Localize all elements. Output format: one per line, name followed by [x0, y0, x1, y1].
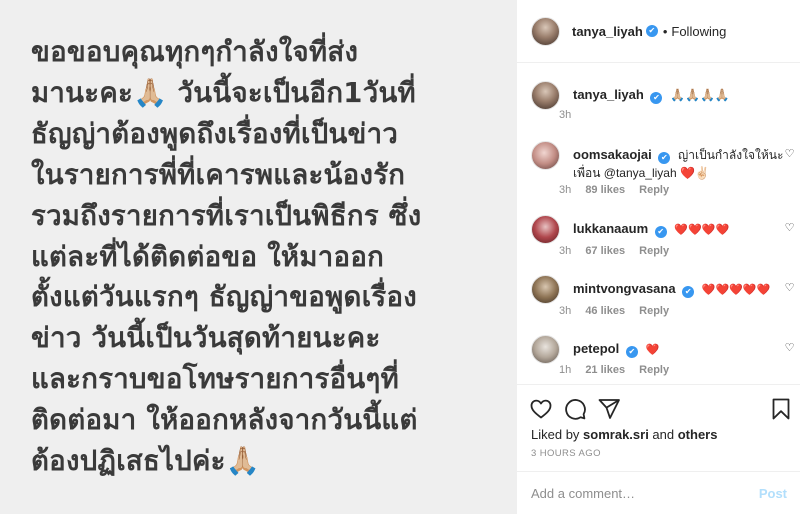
- caption-time[interactable]: 3h: [559, 109, 571, 121]
- verified-badge-icon: ✔: [625, 346, 638, 358]
- post-text-line: ขอขอบคุณทุกๆกำลังใจที่ส่ง: [31, 36, 359, 68]
- comment-time[interactable]: 3h: [559, 245, 571, 257]
- post-text-line: ในรายการพี่ที่เคารพและน้องรัก: [31, 158, 406, 191]
- comment-item: mintvongvasana ✔ ❤️❤️❤️❤️❤️: [531, 275, 791, 304]
- post-text-line: ธัญญ่าต้องพูดถึงเรื่องที่เป็นข่าว: [31, 117, 399, 150]
- comment-text: ❤️❤️❤️❤️: [674, 224, 730, 236]
- post-side-panel: tanya_liyah ✔ • Following tanya_liyah ✔ …: [516, 0, 800, 514]
- author-avatar[interactable]: [531, 16, 560, 46]
- comment-time[interactable]: 3h: [559, 305, 571, 317]
- liked-by-others[interactable]: others: [678, 427, 718, 442]
- small-heart-icon[interactable]: ♡: [784, 223, 795, 234]
- caption-username[interactable]: tanya_liyah: [573, 87, 644, 102]
- post-timestamp[interactable]: 3 HOURS AGO: [531, 448, 601, 459]
- post-text-line: แต่ละที่ได้ติดต่อขอ ให้มาออก: [31, 240, 385, 273]
- paper-plane-icon[interactable]: [597, 397, 621, 421]
- small-heart-icon[interactable]: ♡: [784, 343, 795, 354]
- reply-button[interactable]: Reply: [639, 305, 669, 317]
- comment-text: ❤️❤️❤️❤️❤️: [701, 284, 771, 296]
- post-image[interactable]: ขอขอบคุณทุกๆกำลังใจที่ส่ง มานะคะ🙏🏼 วันนี…: [0, 0, 516, 514]
- comment-meta: 3h 46 likes Reply: [559, 305, 680, 317]
- caption-meta: 3h: [559, 109, 582, 121]
- header-separator: •: [662, 23, 668, 39]
- caption-item: tanya_liyah ✔ 🙏🏼🙏🏼🙏🏼🙏🏼: [531, 81, 791, 110]
- comment-time[interactable]: 1h: [559, 364, 571, 376]
- post-text-line: รวมถึงรายการที่เราเป็นพิธีกร ซึ่ง: [31, 199, 422, 232]
- verified-badge-icon: ✔: [654, 226, 667, 238]
- comment-bubble-icon[interactable]: [563, 397, 587, 421]
- post-text-line: และกราบขอโทษรายการอื่นๆที่: [31, 363, 400, 396]
- commenter-username[interactable]: mintvongvasana: [573, 281, 676, 296]
- small-heart-icon[interactable]: ♡: [784, 283, 795, 294]
- bookmark-icon[interactable]: [769, 397, 793, 421]
- commenter-avatar[interactable]: [531, 215, 560, 244]
- author-username[interactable]: tanya_liyah: [572, 24, 643, 39]
- liked-by-text: Liked by somrak.sri and others: [531, 427, 717, 442]
- following-button[interactable]: Following: [671, 24, 726, 39]
- comments-list: tanya_liyah ✔ 🙏🏼🙏🏼🙏🏼🙏🏼 3h oomsakaojai ✔ …: [517, 64, 800, 384]
- comment-likes[interactable]: 21 likes: [585, 364, 625, 376]
- comment-text: ❤️: [645, 344, 660, 356]
- post-text-line: ติดต่อมา ให้ออกหลังจากวันนี้แต่: [31, 404, 418, 437]
- comment-likes[interactable]: 89 likes: [585, 184, 625, 196]
- comment-likes[interactable]: 46 likes: [585, 305, 625, 317]
- verified-badge-icon: ✔: [650, 92, 663, 104]
- comment-meta: 3h 67 likes Reply: [559, 245, 680, 257]
- reply-button[interactable]: Reply: [639, 184, 669, 196]
- commenter-username[interactable]: petepol: [573, 341, 619, 356]
- add-comment-bar: Post: [517, 471, 800, 514]
- liked-by-user[interactable]: somrak.sri: [583, 427, 649, 442]
- post-text-line: มานะคะ🙏🏼 วันนี้จะเป็นอีก1วันที่: [31, 76, 416, 109]
- post-text-line: ต้องปฏิเสธไปค่ะ🙏🏼: [31, 445, 261, 478]
- comment-time[interactable]: 3h: [559, 184, 571, 196]
- comment-item: oomsakaojai ✔ ญ่าเป็นกำลังใจให้นะเพื่อน …: [531, 141, 791, 182]
- small-heart-icon[interactable]: ♡: [784, 149, 795, 160]
- comment-meta: 3h 89 likes Reply: [559, 184, 680, 196]
- commenter-username[interactable]: oomsakaojai: [573, 147, 652, 162]
- commenter-avatar[interactable]: [531, 141, 560, 170]
- caption-avatar[interactable]: [531, 81, 560, 110]
- comment-item: lukkanaaum ✔ ❤️❤️❤️❤️: [531, 215, 791, 244]
- verified-badge-icon: ✔: [645, 25, 658, 37]
- comment-item: petepol ✔ ❤️: [531, 335, 791, 364]
- liked-by-and: and: [648, 427, 678, 442]
- liked-by-prefix: Liked by: [531, 427, 584, 442]
- commenter-username[interactable]: lukkanaaum: [573, 221, 648, 236]
- post-actions: Liked by somrak.sri and others 3 HOURS A…: [517, 384, 800, 514]
- post-header: tanya_liyah ✔ • Following: [517, 0, 800, 63]
- commenter-avatar[interactable]: [531, 335, 560, 364]
- comment-meta: 1h 21 likes Reply: [559, 364, 680, 376]
- post-text-line: ข่าว วันนี้เป็นวันสุดท้ายนะคะ: [31, 322, 381, 355]
- heart-outline-icon[interactable]: [529, 397, 553, 421]
- caption-text: 🙏🏼🙏🏼🙏🏼🙏🏼: [670, 88, 730, 102]
- post-comment-button[interactable]: Post: [759, 486, 787, 501]
- verified-badge-icon: ✔: [682, 286, 695, 298]
- post-image-text: ขอขอบคุณทุกๆกำลังใจที่ส่ง มานะคะ🙏🏼 วันนี…: [31, 32, 501, 482]
- verified-badge-icon: ✔: [658, 152, 671, 164]
- commenter-avatar[interactable]: [531, 275, 560, 304]
- comment-input[interactable]: [531, 486, 759, 501]
- comment-likes[interactable]: 67 likes: [585, 245, 625, 257]
- reply-button[interactable]: Reply: [639, 364, 669, 376]
- post-text-line: ตั้งแต่วันแรกๆ ธัญญ่าขอพูดเรื่อง: [31, 281, 418, 314]
- reply-button[interactable]: Reply: [639, 245, 669, 257]
